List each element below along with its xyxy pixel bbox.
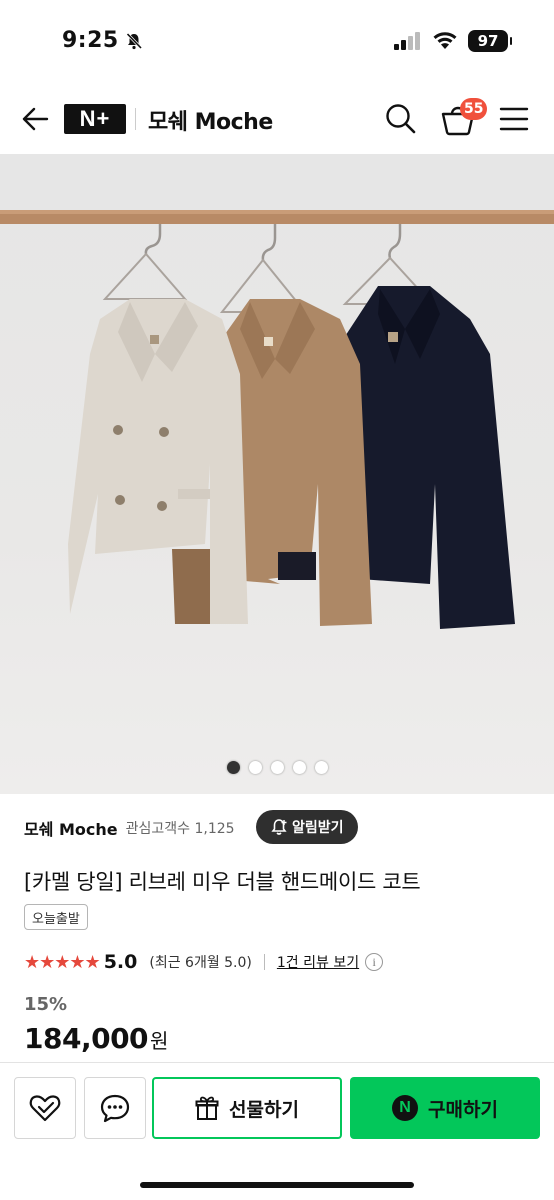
rating-score: 5.0: [103, 951, 138, 973]
gift-icon: [195, 1096, 219, 1120]
bottom-action-bar: 선물하기 N 구매하기: [0, 1062, 554, 1200]
battery-indicator: 97: [468, 30, 512, 52]
alert-button-label: 알림받기: [292, 820, 344, 836]
nav-header: N+ 모쉐 Moche 55: [0, 90, 554, 150]
carousel-dot-4[interactable]: [292, 761, 306, 774]
talk-button[interactable]: [84, 1077, 146, 1139]
follower-count: 관심고객수 1,125: [125, 821, 235, 837]
product-photo: [0, 210, 554, 629]
logo-text: N+: [79, 106, 111, 131]
store-name-link[interactable]: 모쉐 Moche: [24, 816, 118, 840]
carousel-dot-2[interactable]: [248, 761, 262, 774]
wifi-icon: [433, 32, 457, 49]
carousel-dot-1[interactable]: [226, 761, 240, 774]
search-icon: [386, 104, 416, 134]
carousel-indicators: [0, 761, 554, 774]
arrow-left-icon: [22, 107, 49, 131]
back-button[interactable]: [18, 102, 52, 136]
notification-subscribe-button[interactable]: 알림받기: [256, 810, 358, 844]
product-title: [카멜 당일] 리브레 미우 더블 핸드메이드 코트: [24, 870, 421, 894]
store-row: 모쉐 Moche 관심고객수 1,125: [24, 812, 235, 844]
header-store-name[interactable]: 모쉐 Moche: [148, 104, 273, 136]
naver-pay-icon: N: [392, 1095, 419, 1121]
clock-text: 9:25: [62, 28, 119, 53]
naver-plus-logo[interactable]: N+: [64, 104, 126, 134]
discount-rate: 15%: [24, 994, 68, 1015]
price: 184,000 원: [24, 1022, 168, 1055]
bell-slash-icon: [126, 32, 142, 49]
review-link[interactable]: 1건 리뷰 보기: [277, 952, 359, 972]
cart-count-badge: 55: [460, 98, 488, 120]
star-rating: ★★★★★: [24, 951, 101, 973]
status-time: 9:25: [62, 28, 143, 53]
buy-button[interactable]: N 구매하기: [350, 1077, 540, 1139]
chat-bubble-icon: [100, 1094, 130, 1123]
heart-check-icon: [29, 1095, 61, 1122]
menu-button[interactable]: [498, 104, 530, 134]
carousel-dot-5[interactable]: [314, 761, 328, 774]
cellular-signal-icon: [394, 32, 420, 50]
battery-level: 97: [477, 32, 499, 50]
shipping-tag: 오늘출발: [24, 904, 88, 930]
product-image-carousel[interactable]: [0, 154, 554, 794]
rating-divider: [263, 954, 265, 970]
search-button[interactable]: [384, 102, 418, 136]
price-amount: 184,000: [24, 1022, 149, 1055]
wishlist-button[interactable]: [14, 1077, 76, 1139]
recent-rating: (최근 6개월 5.0): [149, 955, 252, 971]
home-indicator: [140, 1182, 414, 1188]
buy-button-label: 구매하기: [428, 1098, 498, 1121]
rating-row: ★★★★★ 5.0 (최근 6개월 5.0) 1건 리뷰 보기 i: [24, 950, 384, 974]
gift-button[interactable]: 선물하기: [152, 1077, 342, 1139]
gift-button-label: 선물하기: [229, 1098, 299, 1121]
status-bar: 9:25 97: [0, 0, 554, 80]
bell-plus-icon: [271, 819, 287, 835]
price-unit: 원: [150, 1029, 169, 1053]
hamburger-menu-icon: [499, 107, 529, 131]
nav-divider: [135, 108, 136, 130]
carousel-dot-3[interactable]: [270, 761, 284, 774]
status-icons: 97: [394, 30, 512, 52]
info-icon[interactable]: i: [365, 953, 384, 971]
